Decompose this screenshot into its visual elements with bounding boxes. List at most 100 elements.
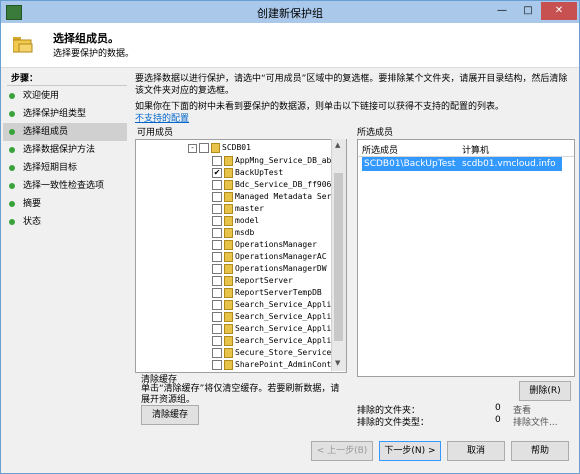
back-button[interactable]: < 上一步(B): [311, 441, 373, 461]
available-members-tree[interactable]: - SCDB01 AppMng_Service_DB_abe8 ✔ BackUpTe…: [135, 139, 347, 373]
tree-node[interactable]: Secure_Store_Service_D: [136, 347, 336, 359]
tree-node[interactable]: ✔ BackUpTest: [136, 167, 336, 179]
node-checkbox[interactable]: [212, 204, 222, 214]
maximize-button[interactable]: □: [515, 2, 541, 20]
selected-list-header: 所选成员 计算机: [358, 140, 574, 157]
scroll-thumb[interactable]: [334, 173, 343, 341]
step-dot-icon: [9, 129, 15, 135]
node-checkbox[interactable]: [212, 180, 222, 190]
tree-node[interactable]: OperationsManager: [136, 239, 336, 251]
tree-node[interactable]: model: [136, 215, 336, 227]
close-button[interactable]: ✕: [541, 2, 577, 20]
database-icon: [224, 324, 233, 334]
database-icon: [224, 180, 233, 190]
node-checkbox[interactable]: [212, 288, 222, 298]
unsupported-config-link[interactable]: 不支持的配置: [135, 111, 189, 124]
node-checkbox[interactable]: [212, 156, 222, 166]
database-icon: [224, 228, 233, 238]
step-dot-icon: [9, 219, 15, 225]
root-checkbox[interactable]: [199, 143, 209, 153]
selected-members-list[interactable]: 所选成员 计算机 SCDB01\BackUpTest scdb01.vmclou…: [357, 139, 575, 377]
next-button[interactable]: 下一步(N) >: [379, 441, 441, 461]
database-icon: [224, 156, 233, 166]
step-short-term-goals[interactable]: 选择短期目标: [3, 159, 127, 177]
step-dot-icon: [9, 183, 15, 189]
tree-node[interactable]: Search_Service_Applica: [136, 299, 336, 311]
folder-icon: [13, 37, 33, 53]
step-status[interactable]: 状态: [3, 213, 127, 231]
steps-panel: 步骤： 欢迎使用 选择保护组类型 选择组成员 选择数据保护方法 选择短期目标 选…: [3, 69, 129, 419]
tree-node-label: Bdc_Service_DB_ff90644: [235, 180, 333, 189]
tree-node-label: msdb: [235, 228, 255, 237]
node-checkbox[interactable]: [212, 264, 222, 274]
database-icon: [224, 276, 233, 286]
node-checkbox[interactable]: [212, 348, 222, 358]
node-checkbox[interactable]: ✔: [212, 168, 222, 178]
tree-node-label: Managed Metadata Servi: [235, 192, 333, 201]
step-summary[interactable]: 摘要: [3, 195, 127, 213]
node-checkbox[interactable]: [212, 228, 222, 238]
step-welcome[interactable]: 欢迎使用: [3, 87, 127, 105]
tree-node-label: Search_Service_Applica: [235, 324, 333, 333]
scroll-down-icon[interactable]: ▼: [335, 359, 340, 367]
col-member-header[interactable]: 所选成员: [362, 143, 398, 156]
tree-node[interactable]: AppMng_Service_DB_abe8: [136, 155, 336, 167]
tree-node[interactable]: SharePoint_AdminConten: [136, 359, 336, 371]
tree-node-label: model: [235, 216, 260, 225]
selected-computer-cell: scdb01.vmcloud.info: [462, 159, 556, 169]
clear-cache-button[interactable]: 清除缓存: [141, 405, 199, 425]
unsupported-hint: 如果你在下面的树中未看到要保护的数据源，则单击以下链接可以获得不支持的配置的列表…: [135, 102, 505, 112]
step-dot-icon: [9, 93, 15, 99]
minimize-button[interactable]: —: [489, 2, 515, 20]
tree-node[interactable]: Search_Service_Applica: [136, 323, 336, 335]
tree-node-label: OperationsManagerDW: [235, 264, 327, 273]
tree-node[interactable]: OperationsManagerDW: [136, 263, 336, 275]
tree-node[interactable]: Search_Service_Applica: [136, 311, 336, 323]
node-checkbox[interactable]: [212, 360, 222, 370]
tree-node[interactable]: Search_Service_Applica: [136, 335, 336, 347]
database-icon: [224, 204, 233, 214]
col-computer-header[interactable]: 计算机: [462, 143, 489, 156]
node-checkbox[interactable]: [212, 324, 222, 334]
selected-row[interactable]: SCDB01\BackUpTest scdb01.vmcloud.info: [362, 157, 562, 171]
tree-node[interactable]: msdb: [136, 227, 336, 239]
node-checkbox[interactable]: [212, 192, 222, 202]
tree-node[interactable]: Bdc_Service_DB_ff90644: [136, 179, 336, 191]
step-group-members[interactable]: 选择组成员: [3, 123, 127, 141]
tree-scrollbar[interactable]: ▲ ▼: [331, 139, 346, 371]
tree-node[interactable]: master: [136, 203, 336, 215]
scroll-up-icon[interactable]: ▲: [335, 141, 340, 149]
collapse-icon[interactable]: -: [188, 144, 197, 153]
step-dot-icon: [9, 201, 15, 207]
node-checkbox[interactable]: [212, 312, 222, 322]
tree-node-label: SharePoint_AdminConten: [235, 360, 333, 369]
node-checkbox[interactable]: [212, 252, 222, 262]
node-checkbox[interactable]: [212, 216, 222, 226]
database-icon: [224, 336, 233, 346]
node-checkbox[interactable]: [212, 276, 222, 286]
tree-node-label: Search_Service_Applica: [235, 336, 333, 345]
database-icon: [224, 240, 233, 250]
cancel-button[interactable]: 取消: [447, 441, 505, 461]
tree-node[interactable]: ReportServer: [136, 275, 336, 287]
node-checkbox[interactable]: [212, 300, 222, 310]
remove-button[interactable]: 删除(R): [519, 381, 571, 401]
help-button[interactable]: 帮助: [511, 441, 569, 461]
tree-node[interactable]: Managed Metadata Servi: [136, 191, 336, 203]
tree-node[interactable]: OperationsManagerAC: [136, 251, 336, 263]
tree-node-label: AppMng_Service_DB_abe8: [235, 156, 333, 165]
step-group-type[interactable]: 选择保护组类型: [3, 105, 127, 123]
step-consistency-check[interactable]: 选择一致性检查选项: [3, 177, 127, 195]
excluded-types-count: 0: [495, 415, 501, 425]
step-protection-method[interactable]: 选择数据保护方法: [3, 141, 127, 159]
tree-node[interactable]: ReportServerTempDB: [136, 287, 336, 299]
tree-node-label: Secure_Store_Service_D: [235, 348, 333, 357]
database-icon: [224, 252, 233, 262]
tree-root-node[interactable]: SCDB01: [222, 143, 332, 152]
node-checkbox[interactable]: [212, 240, 222, 250]
page-title: 选择组成员。: [53, 32, 119, 45]
exclude-files-link[interactable]: 排除文件...: [513, 415, 558, 428]
selected-members-label: 所选成员: [357, 128, 394, 138]
node-checkbox[interactable]: [212, 336, 222, 346]
page-subtitle: 选择要保护的数据。: [53, 49, 135, 59]
